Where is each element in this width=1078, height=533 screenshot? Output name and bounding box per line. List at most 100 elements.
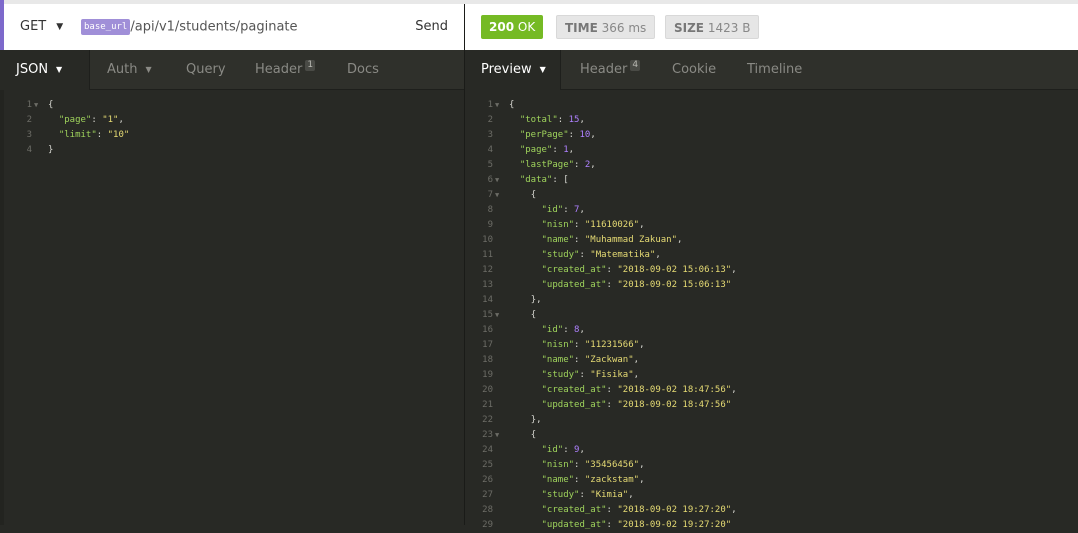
- count-badge: 1: [305, 60, 316, 71]
- tab-label: Docs: [347, 62, 379, 77]
- line-number: 18: [482, 355, 493, 365]
- fold-arrow-icon[interactable]: ▼: [495, 98, 499, 113]
- code-line: 25 "nisn": "35456456",: [465, 458, 1078, 473]
- size-badge: SIZE 1423 B: [665, 15, 760, 39]
- code-text: "created_at": "2018-09-02 15:06:13",: [541, 265, 737, 275]
- code-text: {: [530, 310, 537, 320]
- line-number: 24: [482, 445, 493, 455]
- response-tabs: Preview ▼ Header 4 Cookie Timeline: [465, 50, 1078, 90]
- code-text: "nisn": "11610026",: [541, 220, 645, 230]
- time-badge: TIME 366 ms: [556, 15, 656, 39]
- request-body-editor[interactable]: 1 ▼{2 "page": "1", 3 "limit": "10" 4}: [0, 90, 464, 525]
- response-pane: 200 OK TIME 366 ms SIZE 1423 B Preview ▼ H…: [465, 4, 1078, 530]
- tab-header[interactable]: Header 4: [580, 50, 641, 90]
- code-text: "limit": "10": [58, 130, 130, 140]
- code-line: 18 "name": "Zackwan",: [465, 353, 1078, 368]
- code-line: 22 },: [465, 413, 1078, 428]
- tab-timeline[interactable]: Timeline: [747, 50, 802, 90]
- chevron-down-icon: ▼: [56, 65, 63, 74]
- line-number: 28: [482, 505, 493, 515]
- chevron-down-icon: ▼: [145, 65, 152, 74]
- line-number: 4: [487, 145, 493, 155]
- fold-arrow-icon[interactable]: ▼: [495, 308, 499, 323]
- status-badge: 200 OK: [481, 15, 544, 39]
- response-status-bar: 200 OK TIME 366 ms SIZE 1423 B: [465, 4, 1078, 50]
- code-line: 3 "perPage": 10,: [465, 128, 1078, 143]
- line-number: 14: [482, 295, 493, 305]
- code-line: 9 "nisn": "11610026",: [465, 218, 1078, 233]
- tab-json[interactable]: JSON ▼: [0, 50, 90, 90]
- code-text: }: [48, 145, 54, 155]
- line-number: 21: [482, 400, 493, 410]
- tab-label: Preview: [481, 62, 532, 77]
- code-text: {: [48, 100, 54, 110]
- line-number: 25: [482, 460, 493, 470]
- chevron-down-icon: ▼: [56, 22, 64, 32]
- code-text: "updated_at": "2018-09-02 15:06:13": [541, 280, 732, 290]
- code-line: 27 "study": "Kimia",: [465, 488, 1078, 503]
- code-text: "total": 15,: [519, 115, 585, 125]
- tab-preview[interactable]: Preview ▼: [465, 50, 561, 90]
- code-line: 2 "total": 15,: [465, 113, 1078, 128]
- code-text: "page": "1",: [58, 115, 124, 125]
- line-number: 16: [482, 325, 493, 335]
- line-number: 2: [487, 115, 493, 125]
- code-text: "page": 1,: [519, 145, 575, 155]
- line-number: 3: [487, 130, 493, 140]
- code-line: 23 ▼ {: [465, 428, 1078, 443]
- tab-header[interactable]: Header 1: [255, 50, 316, 90]
- tab-label: Timeline: [747, 62, 803, 77]
- count-badge: 4: [630, 60, 641, 71]
- line-number: 11: [482, 250, 493, 260]
- code-text: "study": "Matematika",: [541, 250, 661, 260]
- code-text: "study": "Kimia",: [541, 490, 634, 500]
- response-body-viewer[interactable]: 1 ▼{2 "total": 15, 3 "perPage": 10, 4 "page…: [465, 90, 1078, 530]
- base-url-variable-tag[interactable]: base_url: [81, 18, 131, 35]
- code-line: 4 "page": 1,: [465, 143, 1078, 158]
- line-number: 7: [487, 190, 493, 200]
- code-text: "created_at": "2018-09-02 19:27:20",: [541, 505, 737, 515]
- code-text: "id": 8,: [541, 325, 585, 335]
- tab-label: Header: [580, 62, 628, 77]
- code-text: "name": "Muhammad Zakuan",: [541, 235, 683, 245]
- line-number: 6: [487, 175, 493, 185]
- size-label: SIZE: [674, 21, 705, 35]
- fold-arrow-icon[interactable]: ▼: [34, 98, 38, 113]
- line-number: 20: [482, 385, 493, 395]
- fold-arrow-icon[interactable]: ▼: [495, 173, 499, 188]
- tab-cookie[interactable]: Cookie: [672, 50, 716, 90]
- tab-query[interactable]: Query: [186, 50, 226, 90]
- code-line: 26 "name": "zackstam",: [465, 473, 1078, 488]
- url-path: /api/v1/students/paginate: [130, 19, 298, 35]
- fold-arrow-icon[interactable]: ▼: [495, 428, 499, 443]
- code-text: },: [530, 415, 542, 425]
- code-text: "nisn": "35456456",: [541, 460, 645, 470]
- code-line: 17 "nisn": "11231566",: [465, 338, 1078, 353]
- line-number: 4: [26, 145, 32, 155]
- line-number: 19: [482, 370, 493, 380]
- tab-docs[interactable]: Docs: [347, 50, 379, 90]
- url-input[interactable]: base_url/api/v1/students/paginate: [81, 4, 298, 50]
- code-line: 1 ▼ {: [465, 98, 1078, 113]
- line-number: 9: [487, 220, 493, 230]
- tab-label: JSON: [16, 62, 49, 77]
- code-line: 21 "updated_at": "2018-09-02 18:47:56": [465, 398, 1078, 413]
- code-text: "study": "Fisika",: [541, 370, 640, 380]
- code-text: },: [530, 295, 542, 305]
- send-button[interactable]: Send: [415, 4, 448, 50]
- code-text: "updated_at": "2018-09-02 19:27:20": [541, 520, 732, 530]
- code-line: 1 ▼ {: [4, 98, 464, 113]
- line-number: 23: [482, 430, 493, 440]
- method-label: GET: [20, 19, 47, 34]
- tab-auth[interactable]: Auth ▼: [107, 50, 152, 90]
- line-number: 17: [482, 340, 493, 350]
- code-line: 19 "study": "Fisika",: [465, 368, 1078, 383]
- code-line: 29 "updated_at": "2018-09-02 19:27:20": [465, 518, 1078, 533]
- line-number: 5: [487, 160, 493, 170]
- method-dropdown[interactable]: GET ▼: [20, 4, 63, 50]
- code-text: "updated_at": "2018-09-02 18:47:56": [541, 400, 732, 410]
- code-line: 15 ▼ {: [465, 308, 1078, 323]
- request-pane: GET ▼ base_url/api/v1/students/paginate S…: [0, 4, 464, 525]
- fold-arrow-icon[interactable]: ▼: [495, 188, 499, 203]
- line-number: 13: [482, 280, 493, 290]
